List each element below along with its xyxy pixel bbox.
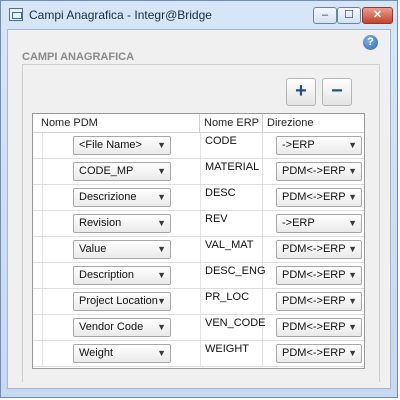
row-selector[interactable]	[33, 289, 43, 314]
direction-select[interactable]: PDM<->ERP ▼	[276, 162, 362, 181]
minimize-button[interactable]: –	[313, 7, 337, 24]
direction-select[interactable]: PDM<->ERP ▼	[276, 292, 362, 311]
chevron-down-icon: ▼	[348, 140, 357, 150]
pdm-field-value: Revision	[79, 217, 122, 229]
table-row[interactable]: Vendor Code ▼ VEN_CODE PDM<->ERP ▼	[33, 315, 364, 341]
title-bar[interactable]: Campi Anagrafica - Integr@Bridge – ☐ ✕	[1, 1, 397, 29]
chevron-down-icon: ▼	[157, 140, 166, 150]
pdm-field-select[interactable]: Revision ▼	[73, 214, 171, 233]
direction-value: PDM<->ERP	[282, 269, 346, 281]
direction-value: PDM<->ERP	[282, 347, 346, 359]
pdm-field-value: Description	[79, 269, 135, 281]
chevron-down-icon: ▼	[348, 322, 357, 332]
row-selector[interactable]	[33, 263, 43, 288]
erp-field-cell[interactable]: PR_LOC	[200, 289, 263, 314]
section-title: CAMPI ANAGRAFICA	[22, 51, 135, 63]
pdm-field-select[interactable]: Description ▼	[73, 266, 171, 285]
table-row[interactable]: Description ▼ DESC_ENG PDM<->ERP ▼	[33, 263, 364, 289]
pdm-field-value: Vendor Code	[79, 321, 144, 333]
erp-field-cell[interactable]: MATERIAL	[200, 159, 263, 184]
pdm-field-select[interactable]: Descrizione ▼	[73, 188, 171, 207]
column-header-direction[interactable]: Direzione	[263, 114, 364, 132]
table-row[interactable]: <File Name> ▼ CODE ->ERP ▼	[33, 133, 364, 159]
erp-field-cell[interactable]: DESC	[200, 185, 263, 210]
remove-row-button[interactable]: −	[322, 78, 352, 106]
pdm-field-value: Value	[79, 243, 107, 255]
app-icon	[9, 8, 23, 21]
table-row[interactable]: Project Location ▼ PR_LOC PDM<->ERP ▼	[33, 289, 364, 315]
direction-value: PDM<->ERP	[282, 321, 346, 333]
pdm-field-value: Project Location	[79, 295, 158, 307]
direction-select[interactable]: PDM<->ERP ▼	[276, 318, 362, 337]
chevron-down-icon: ▼	[348, 166, 357, 176]
row-selector[interactable]	[33, 133, 43, 158]
erp-field-cell[interactable]: WEIGHT	[200, 341, 263, 366]
table-row[interactable]: Value ▼ VAL_MAT PDM<->ERP ▼	[33, 237, 364, 263]
row-selector[interactable]	[33, 315, 43, 340]
mapping-table: Nome PDM Nome ERP Direzione <File Name> ▼…	[32, 113, 365, 369]
row-selector[interactable]	[33, 159, 43, 184]
erp-field-cell[interactable]: VEN_CODE	[200, 315, 266, 340]
direction-select[interactable]: ->ERP ▼	[276, 214, 362, 233]
direction-select[interactable]: PDM<->ERP ▼	[276, 188, 362, 207]
row-selector[interactable]	[33, 185, 43, 210]
chevron-down-icon: ▼	[348, 348, 357, 358]
chevron-down-icon: ▼	[157, 322, 166, 332]
add-row-button[interactable]: +	[286, 78, 316, 106]
chevron-down-icon: ▼	[157, 166, 166, 176]
pdm-field-value: Descrizione	[79, 191, 137, 203]
chevron-down-icon: ▼	[157, 218, 166, 228]
row-selector[interactable]	[33, 341, 43, 366]
chevron-down-icon: ▼	[348, 218, 357, 228]
pdm-field-select[interactable]: CODE_MP ▼	[73, 162, 171, 181]
table-row[interactable]: Descrizione ▼ DESC PDM<->ERP ▼	[33, 185, 364, 211]
chevron-down-icon: ▼	[157, 296, 166, 306]
chevron-down-icon: ▼	[157, 348, 166, 358]
table-row[interactable]: CODE_MP ▼ MATERIAL PDM<->ERP ▼	[33, 159, 364, 185]
chevron-down-icon: ▼	[157, 192, 166, 202]
chevron-down-icon: ▼	[348, 192, 357, 202]
chevron-down-icon: ▼	[157, 270, 166, 280]
chevron-down-icon: ▼	[348, 270, 357, 280]
column-header-erp[interactable]: Nome ERP	[200, 114, 263, 132]
direction-value: PDM<->ERP	[282, 295, 346, 307]
column-header-pdm[interactable]: Nome PDM	[33, 114, 200, 132]
erp-field-cell[interactable]: CODE	[200, 133, 263, 158]
pdm-field-select[interactable]: <File Name> ▼	[73, 136, 171, 155]
direction-select[interactable]: ->ERP ▼	[276, 136, 362, 155]
pdm-field-select[interactable]: Vendor Code ▼	[73, 318, 171, 337]
direction-select[interactable]: PDM<->ERP ▼	[276, 266, 362, 285]
chevron-down-icon: ▼	[348, 296, 357, 306]
erp-field-cell[interactable]: VAL_MAT	[200, 237, 263, 262]
app-window: Campi Anagrafica - Integr@Bridge – ☐ ✕ ?…	[0, 0, 398, 398]
table-row[interactable]: Revision ▼ REV ->ERP ▼	[33, 211, 364, 237]
table-row[interactable]: Weight ▼ WEIGHT PDM<->ERP ▼	[33, 341, 364, 367]
chevron-down-icon: ▼	[348, 244, 357, 254]
erp-field-cell[interactable]: REV	[200, 211, 263, 236]
close-button[interactable]: ✕	[362, 7, 393, 24]
direction-select[interactable]: PDM<->ERP ▼	[276, 344, 362, 363]
pdm-field-value: CODE_MP	[79, 165, 134, 177]
row-selector[interactable]	[33, 211, 43, 236]
pdm-field-value: <File Name>	[79, 139, 142, 151]
maximize-button[interactable]: ☐	[337, 7, 361, 24]
chevron-down-icon: ▼	[157, 244, 166, 254]
direction-value: ->ERP	[282, 139, 315, 151]
window-title: Campi Anagrafica - Integr@Bridge	[29, 8, 212, 22]
erp-field-cell[interactable]: DESC_ENG	[200, 263, 266, 288]
direction-value: PDM<->ERP	[282, 191, 346, 203]
direction-value: PDM<->ERP	[282, 243, 346, 255]
pdm-field-value: Weight	[79, 347, 114, 359]
row-selector[interactable]	[33, 237, 43, 262]
pdm-field-select[interactable]: Project Location ▼	[73, 292, 171, 311]
help-icon[interactable]: ?	[363, 35, 378, 50]
direction-select[interactable]: PDM<->ERP ▼	[276, 240, 362, 259]
direction-value: PDM<->ERP	[282, 165, 346, 177]
pdm-field-select[interactable]: Value ▼	[73, 240, 171, 259]
direction-value: ->ERP	[282, 217, 315, 229]
dialog-body: ? CAMPI ANAGRAFICA + − Nome PDM Nome ERP…	[7, 29, 391, 389]
pdm-field-select[interactable]: Weight ▼	[73, 344, 171, 363]
